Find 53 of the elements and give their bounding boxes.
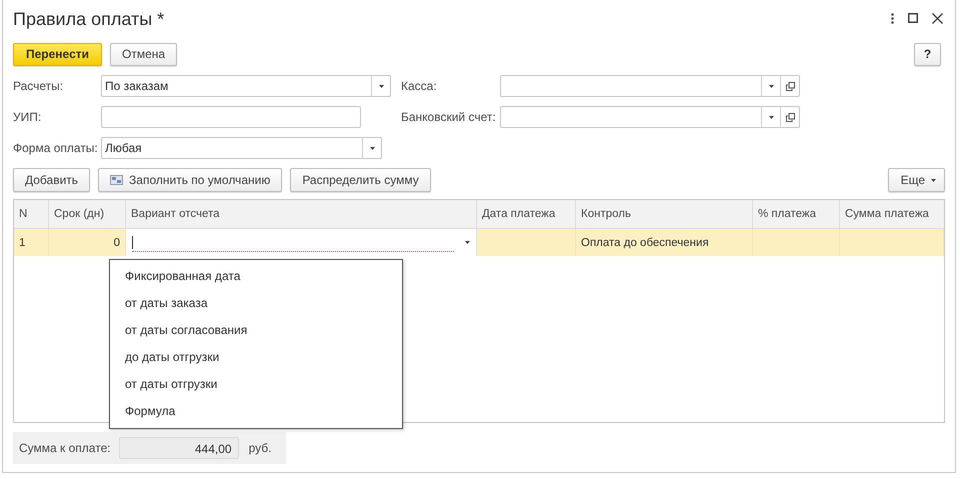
dropdown-item[interactable]: Формула <box>110 398 402 425</box>
field-label: Форма оплаты: <box>13 141 99 155</box>
dropdown-item[interactable]: от даты согласования <box>110 317 402 344</box>
field-label: Касса: <box>401 79 438 93</box>
more-button[interactable]: Еще <box>888 168 945 192</box>
caret-icon <box>465 241 470 244</box>
caret-icon <box>931 178 936 182</box>
square-icon <box>908 13 918 23</box>
dropdown-item[interactable]: до даты отгрузки <box>110 344 402 371</box>
maximize-button[interactable] <box>908 11 918 25</box>
window-title: Правила оплаты * <box>13 8 166 30</box>
total-field: 444,00 <box>118 437 239 459</box>
choice-input-field[interactable] <box>132 233 454 252</box>
kebab-icon <box>891 12 894 24</box>
total-label: Сумма к оплате: <box>19 441 111 455</box>
close-button[interactable] <box>932 11 943 25</box>
column-header[interactable]: Дата платежа <box>476 200 576 228</box>
transfer-button[interactable]: Перенести <box>13 42 102 66</box>
table-fill-icon <box>110 175 124 185</box>
column-header[interactable]: N <box>14 200 48 228</box>
dropdown-item[interactable]: от даты отгрузки <box>110 371 402 398</box>
caret-icon <box>378 84 384 88</box>
select-field[interactable] <box>500 75 800 97</box>
caret-icon <box>370 146 374 150</box>
select-field[interactable]: По заказам <box>101 75 391 97</box>
more-options-button[interactable] <box>891 11 894 25</box>
copy-icon <box>786 112 794 122</box>
field-label: Банковский счет: <box>401 110 497 124</box>
toolbar-button[interactable]: Заполнить по умолчанию <box>98 168 282 192</box>
field-label: Расчеты: <box>13 79 64 93</box>
toolbar-button[interactable]: Распределить сумму <box>290 168 431 192</box>
dropdown-item[interactable]: от даты заказа <box>110 290 402 317</box>
table-cell: 1 <box>14 228 48 256</box>
field-label: УИП: <box>13 110 42 124</box>
input-field[interactable] <box>101 106 361 128</box>
toolbar-button[interactable]: Добавить <box>13 168 90 192</box>
column-header[interactable]: Вариант отсчета <box>126 200 476 228</box>
column-header[interactable]: Сумма платежа <box>840 200 944 228</box>
select-field[interactable] <box>500 106 800 128</box>
dropdown-item[interactable]: Фиксированная дата <box>110 263 402 290</box>
table-cell: Оплата до обеспечения <box>576 228 752 256</box>
column-header[interactable]: Контроль <box>576 200 752 228</box>
column-header[interactable]: Срок (дн) <box>48 200 126 228</box>
cancel-button[interactable]: Отмена <box>110 42 178 66</box>
column-header[interactable]: % платежа <box>752 200 840 228</box>
select-field[interactable]: Любая <box>101 137 382 159</box>
copy-icon <box>786 82 794 90</box>
caret-icon <box>768 116 774 118</box>
close-icon <box>932 12 943 24</box>
help-button[interactable]: ? <box>914 42 941 66</box>
table-row[interactable]: 1 0 Оплата до обеспечения <box>14 228 944 256</box>
currency-label: руб. <box>248 441 272 455</box>
caret-icon <box>768 84 774 88</box>
